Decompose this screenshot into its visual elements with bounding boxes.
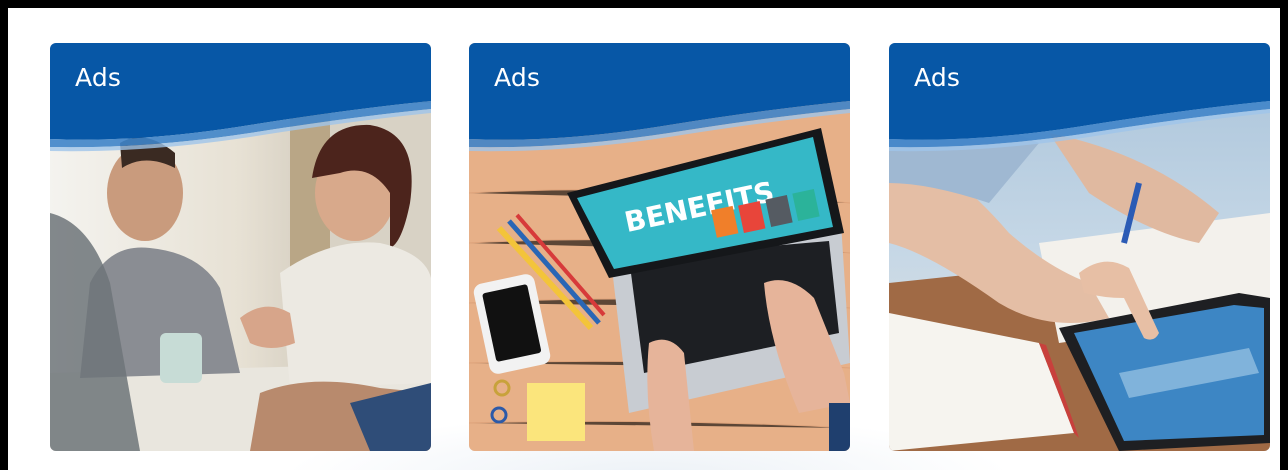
card-title: Ads bbox=[914, 63, 961, 92]
card-header-banner bbox=[50, 43, 431, 152]
card-title: Ads bbox=[75, 63, 122, 92]
ad-card[interactable]: Ads bbox=[50, 43, 431, 451]
ad-card[interactable]: Ads bbox=[889, 43, 1270, 451]
card-header-banner bbox=[469, 43, 850, 152]
card-title: Ads bbox=[494, 63, 541, 92]
page-frame: Ads BENEFITS Ads Ads bbox=[0, 0, 1288, 470]
ad-card[interactable]: BENEFITS Ads bbox=[469, 43, 850, 451]
card-header-banner bbox=[889, 43, 1270, 152]
